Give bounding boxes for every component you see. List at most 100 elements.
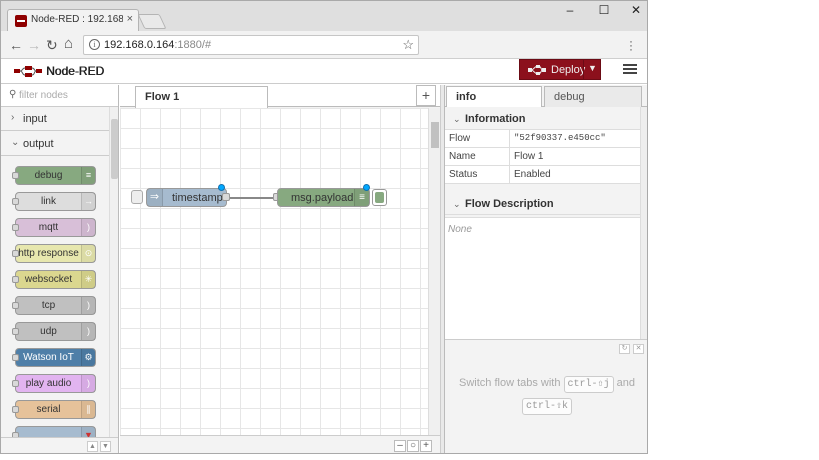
node-palette: ⚲ filter nodes › input ⌄ output debug ≡ … [1, 85, 119, 453]
node-red-header: Node-RED Deploy ▼ [1, 59, 647, 84]
info-row-name: Name Flow 1 [445, 148, 640, 166]
filter-nodes-input[interactable]: filter nodes [19, 90, 68, 101]
flow-node-msg-payload[interactable]: msg.payload ≡ [277, 188, 370, 207]
palette-node-tcp[interactable]: tcp ) [12, 296, 96, 315]
reload-icon[interactable]: ↻ [46, 37, 58, 54]
maximize-window-button[interactable]: ☐ [593, 3, 615, 19]
bridge-icon: ) [81, 297, 95, 314]
palette-node-udp[interactable]: udp ) [12, 322, 96, 341]
information-header[interactable]: ⌄ Information [445, 108, 640, 130]
flow-canvas[interactable]: ⇒ timestamp msg.payload ≡ [120, 108, 428, 435]
palette-node-serial[interactable]: serial ∥ [12, 400, 96, 419]
chevron-right-icon: › [11, 112, 15, 123]
browser-tab[interactable]: Node-RED : 192.168.0.164 × [7, 9, 139, 31]
search-icon: ⚲ [9, 89, 17, 100]
url-input[interactable]: i 192.168.0.164:1880/# ☆ [83, 35, 419, 55]
canvas-vertical-scrollbar[interactable] [428, 108, 440, 435]
deploy-icon [528, 65, 546, 75]
flow-node-timestamp[interactable]: ⇒ timestamp [146, 188, 227, 207]
palette-node-debug[interactable]: debug ≡ [12, 166, 96, 185]
bridge-icon: ) [81, 219, 95, 236]
serial-icon: ∥ [81, 401, 95, 418]
link-arrow-icon: → [81, 193, 95, 210]
palette-node-link[interactable]: link → [12, 192, 96, 211]
bookmark-star-icon[interactable]: ☆ [402, 37, 414, 53]
tip-text: Switch flow tabs with ctrl-⇧j and ctrl-⇧… [457, 372, 637, 416]
flow-node-label: timestamp [172, 192, 223, 204]
tab-debug[interactable]: debug [544, 86, 642, 107]
changed-indicator [218, 184, 225, 191]
workspace: Flow 1 + ⇒ timestamp msg.payload ≡ – ○ + [120, 85, 440, 453]
node-red-logo: Node-RED [13, 64, 104, 81]
debug-icon: ≡ [354, 189, 369, 206]
add-flow-button[interactable]: + [416, 85, 436, 106]
site-info-icon[interactable]: i [89, 39, 100, 50]
palette-scrollbar[interactable] [109, 107, 118, 439]
category-label: output [23, 138, 54, 150]
debug-toggle-button[interactable] [372, 189, 387, 206]
url-host: 192.168.0.164 [104, 39, 175, 51]
address-bar: ← → ↻ ⌂ i 192.168.0.164:1880/# ☆ · · · [1, 31, 647, 59]
gear-icon: ⚙ [81, 349, 95, 366]
workspace-tab-bar: Flow 1 + [120, 85, 440, 108]
changed-indicator [363, 184, 370, 191]
zoom-reset-button[interactable]: ○ [407, 440, 419, 452]
node-red-logo-icon [14, 66, 42, 77]
browser-menu-icon[interactable]: · · · [629, 35, 633, 55]
info-row-status: Status Enabled [445, 166, 640, 184]
minimize-window-button[interactable]: – [559, 3, 581, 19]
close-window-button[interactable]: ✕ [625, 3, 647, 19]
refresh-tip-icon[interactable]: ↻ [619, 344, 630, 354]
main-menu-icon[interactable] [623, 64, 637, 76]
url-path: :1880/# [174, 39, 212, 51]
forward-icon[interactable]: → [27, 37, 41, 53]
inject-arrow-icon: ⇒ [147, 189, 163, 206]
brand-name: Node-RED [46, 64, 105, 78]
home-icon[interactable]: ⌂ [64, 35, 73, 52]
flow-node-label: msg.payload [291, 192, 354, 204]
web-icon: ⊙ [81, 245, 95, 262]
sidebar-scrollbar[interactable] [640, 107, 647, 339]
sidebar: info debug ⌄ Information Flow "52f90337.… [444, 85, 647, 453]
deploy-button[interactable]: Deploy ▼ [519, 59, 601, 80]
deploy-label: Deploy [551, 64, 586, 76]
palette-node-http-response[interactable]: http response ⊙ [12, 244, 96, 263]
close-tip-icon[interactable]: ✕ [633, 344, 644, 354]
tab-flow-1[interactable]: Flow 1 [135, 86, 268, 108]
flow-description-header[interactable]: ⌄ Flow Description [445, 193, 640, 215]
bridge-icon: ) [81, 323, 95, 340]
inject-trigger-button[interactable] [131, 190, 143, 204]
output-port[interactable] [222, 193, 230, 201]
tab-info[interactable]: info [446, 86, 542, 107]
palette-node-watson-iot[interactable]: Watson IoT ⚙ [12, 348, 96, 367]
collapse-all-icon[interactable]: ▲ [87, 441, 98, 452]
workspace-footer: – ○ + [120, 435, 440, 453]
zoom-out-button[interactable]: – [394, 440, 406, 452]
chevron-down-icon: ⌄ [453, 114, 461, 124]
flow-wire[interactable] [230, 197, 278, 199]
deploy-dropdown-icon[interactable]: ▼ [588, 63, 597, 73]
palette-node-mqtt[interactable]: mqtt ) [12, 218, 96, 237]
palette-category-output[interactable]: ⌄ output [1, 132, 109, 156]
expand-all-icon[interactable]: ▼ [100, 441, 111, 452]
browser-title-bar: Node-RED : 192.168.0.164 × – ☐ ✕ [1, 1, 647, 31]
keyboard-shortcut: ctrl-⇧k [521, 398, 573, 415]
back-icon[interactable]: ← [9, 37, 23, 53]
palette-footer: ▲ ▼ [1, 437, 118, 453]
flow-description-text: None [448, 224, 472, 235]
palette-node-websocket[interactable]: websocket ✳ [12, 270, 96, 289]
palette-filter[interactable]: ⚲ filter nodes [1, 85, 118, 107]
keyboard-shortcut: ctrl-⇧j [563, 376, 614, 393]
white-globe-icon: ✳ [81, 271, 95, 288]
browser-tab-title: Node-RED : 192.168.0.164 [31, 14, 123, 25]
new-tab-button[interactable] [137, 14, 167, 29]
category-label: input [23, 113, 47, 125]
debug-icon: ≡ [81, 167, 95, 184]
zoom-in-button[interactable]: + [420, 440, 432, 452]
sidebar-tab-bar: info debug [445, 85, 647, 107]
browser-window: Node-RED : 192.168.0.164 × – ☐ ✕ ← → ↻ ⌂… [0, 0, 648, 454]
chevron-down-icon: ⌄ [453, 199, 461, 209]
palette-node-play-audio[interactable]: play audio ) [12, 374, 96, 393]
palette-category-input[interactable]: › input [1, 107, 109, 131]
close-tab-icon[interactable]: × [127, 13, 133, 25]
